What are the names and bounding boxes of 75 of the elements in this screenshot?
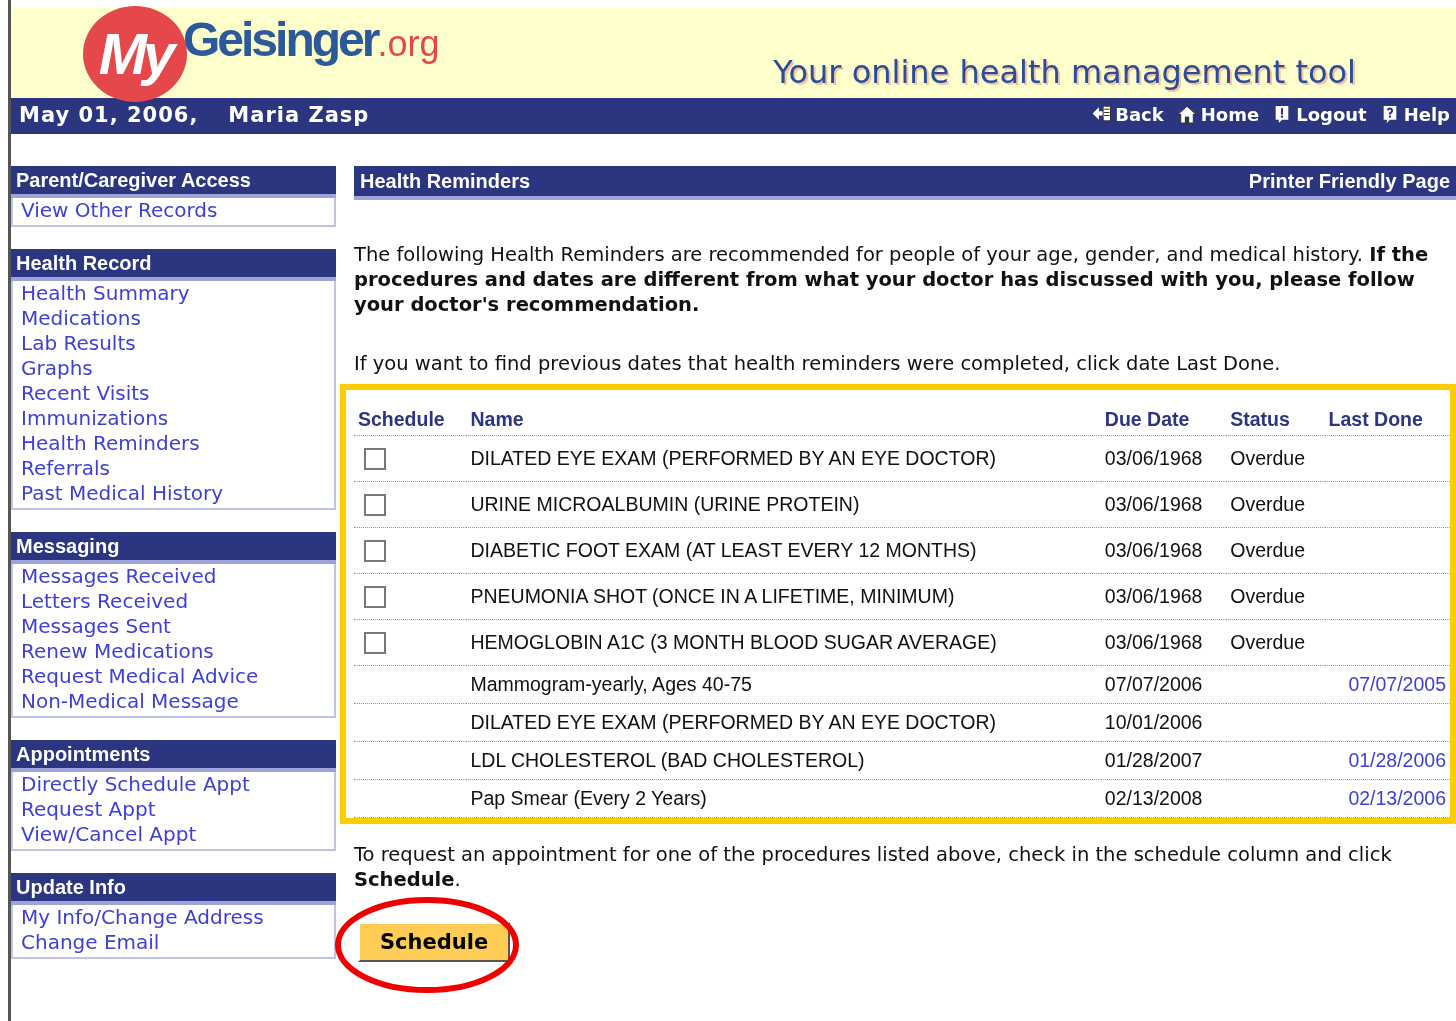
sidebar-link[interactable]: Change Email bbox=[21, 930, 326, 955]
nav-link[interactable]: Back bbox=[1090, 100, 1164, 128]
sidebar-heading: Update Info bbox=[11, 873, 336, 905]
sidebar-link[interactable]: Health Reminders bbox=[21, 431, 326, 456]
due-date: 02/13/2008 bbox=[1100, 779, 1227, 818]
checkbox[interactable] bbox=[364, 494, 386, 517]
reminder-name: URINE MICROALBUMIN (URINE PROTEIN) bbox=[466, 481, 1101, 528]
sidebar-link[interactable]: Messages Received bbox=[21, 564, 326, 589]
reminder-name: DIABETIC FOOT EXAM (AT LEAST EVERY 12 MONTHS) bbox=[466, 527, 1101, 574]
house-icon bbox=[1175, 104, 1198, 125]
due-date: 03/06/1968 bbox=[1100, 619, 1227, 666]
sidebar-link[interactable]: Lab Results bbox=[21, 331, 326, 356]
schedule-button[interactable]: Schedule bbox=[358, 922, 511, 962]
sidebar-link[interactable]: Request Appt bbox=[21, 797, 326, 822]
sidebar-heading: Messaging bbox=[11, 532, 336, 564]
status-cell: Overdue bbox=[1226, 527, 1325, 574]
instruction-paragraph: To request an appointment for one of the procedures listed above, check in the schedule column and click Schedule. bbox=[354, 842, 1393, 892]
sidebar-link[interactable]: View/Cancel Appt bbox=[21, 822, 326, 847]
reminder-name: LDL CHOLESTEROL (BAD CHOLESTEROL) bbox=[466, 741, 1101, 780]
due-date: 03/06/1968 bbox=[1100, 481, 1227, 528]
user-name: Maria Zasp bbox=[228, 103, 370, 128]
last-done-link[interactable]: 02/13/2006 bbox=[1348, 787, 1446, 809]
checkbox[interactable] bbox=[364, 632, 386, 655]
hint-paragraph: If you want to find previous dates that health reminders were completed, click date Last Done. bbox=[354, 351, 1282, 376]
last-done-link[interactable]: 07/07/2005 bbox=[1348, 673, 1446, 695]
sidebar-heading: Parent/Caregiver Access bbox=[11, 166, 336, 198]
date: May 01, 2006, bbox=[19, 103, 199, 128]
sidebar-link[interactable]: Past Medical History bbox=[21, 481, 326, 506]
sidebar-link[interactable]: Medications bbox=[21, 306, 326, 331]
last-done-link[interactable]: 01/28/2006 bbox=[1348, 749, 1446, 771]
nav-link[interactable]: Help bbox=[1378, 100, 1450, 128]
intro-paragraph: The following Health Reminders are recommended for people of your age, gender, and medical history. If the procedures and dates are different from what your doctor has discussed with you, please follow your doctor's recommendation. bbox=[354, 242, 1430, 317]
section-title: Health Reminders bbox=[360, 169, 531, 194]
status-cell: Overdue bbox=[1226, 573, 1325, 620]
sidebar-link[interactable]: Non-Medical Message bbox=[21, 689, 326, 714]
nav-link[interactable]: Logout bbox=[1271, 100, 1367, 128]
sidebar-link[interactable]: Request Medical Advice bbox=[21, 664, 326, 689]
sidebar-link[interactable]: Health Summary bbox=[21, 281, 326, 306]
status-cell: Overdue bbox=[1226, 481, 1325, 528]
column-header: Due Date bbox=[1100, 408, 1227, 436]
checkbox[interactable] bbox=[364, 448, 386, 471]
checkbox[interactable] bbox=[364, 586, 386, 609]
checkbox[interactable] bbox=[364, 540, 386, 563]
column-header: Schedule bbox=[354, 408, 467, 436]
sidebar-link[interactable]: My Info/Change Address bbox=[21, 905, 326, 930]
column-header: Last Done bbox=[1324, 408, 1450, 436]
due-date: 07/07/2006 bbox=[1100, 665, 1227, 704]
status-cell: Overdue bbox=[1226, 619, 1325, 666]
nav-link[interactable]: Home bbox=[1175, 100, 1260, 128]
sidebar-heading: Appointments bbox=[11, 740, 336, 772]
sidebar-link[interactable]: Directly Schedule Appt bbox=[21, 772, 326, 797]
reminder-name: DILATED EYE EXAM (PERFORMED BY AN EYE DOCTOR) bbox=[466, 435, 1101, 482]
due-date: 03/06/1968 bbox=[1100, 435, 1227, 482]
tagline: Your online health management tool bbox=[773, 52, 1356, 93]
reminder-name: Mammogram-yearly, Ages 40-75 bbox=[466, 665, 1101, 704]
column-header: Name bbox=[466, 408, 1101, 436]
sidebar-link[interactable]: Renew Medications bbox=[21, 639, 326, 664]
sidebar-link[interactable]: Immunizations bbox=[21, 406, 326, 431]
sidebar-link[interactable]: Letters Received bbox=[21, 589, 326, 614]
due-date: 03/06/1968 bbox=[1100, 527, 1227, 574]
due-date: 10/01/2006 bbox=[1100, 703, 1227, 742]
column-header: Status bbox=[1226, 408, 1325, 436]
status-cell: Overdue bbox=[1226, 435, 1325, 482]
sidebar-link[interactable]: Recent Visits bbox=[21, 381, 326, 406]
printer-friendly-link[interactable]: Printer Friendly Page bbox=[1248, 166, 1450, 196]
reminder-name: DILATED EYE EXAM (PERFORMED BY AN EYE DOCTOR) bbox=[466, 703, 1101, 742]
sidebar-link[interactable]: Referrals bbox=[21, 456, 326, 481]
sidebar-link[interactable]: Graphs bbox=[21, 356, 326, 381]
reminder-name: Pap Smear (Every 2 Years) bbox=[466, 779, 1101, 818]
sidebar-link[interactable]: Messages Sent bbox=[21, 614, 326, 639]
due-date: 01/28/2007 bbox=[1100, 741, 1227, 780]
sidebar-heading: Health Record bbox=[11, 249, 336, 281]
reminder-name: HEMOGLOBIN A1C (3 MONTH BLOOD SUGAR AVERAGE) bbox=[466, 619, 1101, 666]
reminder-name: PNEUMONIA SHOT (ONCE IN A LIFETIME, MINIMUM) bbox=[466, 573, 1101, 620]
due-date: 03/06/1968 bbox=[1100, 573, 1227, 620]
